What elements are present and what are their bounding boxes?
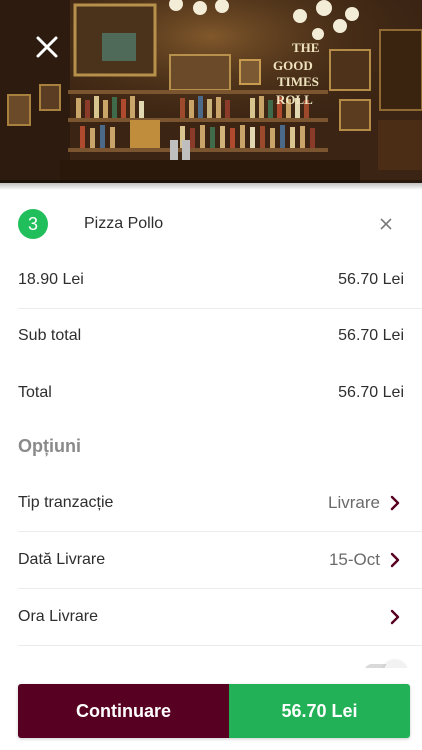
item-name: Pizza Pollo: [84, 215, 164, 232]
sign-line-3: TIMES: [277, 74, 319, 89]
remove-item-button[interactable]: [374, 212, 398, 236]
order-total-button[interactable]: 56.70 Lei: [229, 684, 410, 738]
option-delivery-time[interactable]: Ora Livrare: [0, 599, 422, 635]
subtotal-label: Sub total: [18, 327, 82, 344]
close-button[interactable]: [30, 30, 64, 64]
option-delivery-date[interactable]: Dată Livrare 15-Oct: [0, 542, 422, 578]
unit-price: 18.90 Lei: [18, 271, 84, 288]
header-shadow: [0, 180, 422, 190]
divider: [18, 531, 422, 532]
options-title: Opțiuni: [18, 436, 81, 456]
item-price-row: 18.90 Lei 56.70 Lei: [0, 262, 422, 298]
close-icon: [380, 218, 392, 230]
divider: [18, 588, 422, 589]
header-image: THE GOOD TIMES ROLL: [0, 0, 422, 183]
checkout-bar: Continuare 56.70 Lei: [18, 684, 410, 738]
total-value: 56.70 Lei: [338, 384, 404, 401]
subtotal-value: 56.70 Lei: [338, 327, 404, 344]
continue-button[interactable]: Continuare: [18, 684, 229, 738]
order-item-row: 3 Pizza Pollo: [0, 204, 422, 244]
chevron-right-icon: [388, 551, 402, 569]
option-value: 15-Oct: [328, 550, 380, 569]
bar-interior-illustration: THE GOOD TIMES ROLL: [0, 0, 422, 183]
subtotal-row: Sub total 56.70 Lei: [0, 318, 422, 354]
option-transaction-type[interactable]: Tip tranzacție Livrare: [0, 485, 422, 521]
sign-line-2: GOOD: [273, 58, 313, 73]
close-icon: [36, 36, 58, 58]
total-label: Total: [18, 384, 52, 401]
quantity-badge: 3: [18, 209, 48, 239]
option-value: Livrare: [328, 493, 380, 512]
option-label: Dată Livrare: [18, 551, 106, 568]
divider: [18, 645, 422, 646]
option-label: Tip tranzacție: [18, 494, 114, 511]
option-label: Ora Livrare: [18, 608, 99, 625]
sign-line-4: ROLL: [276, 92, 313, 107]
total-row: Total 56.70 Lei: [0, 375, 422, 411]
divider: [18, 308, 422, 309]
line-total: 56.70 Lei: [338, 271, 404, 288]
chevron-right-icon: [388, 608, 402, 626]
sign-line-1: THE: [292, 40, 319, 55]
chevron-right-icon: [388, 494, 402, 512]
